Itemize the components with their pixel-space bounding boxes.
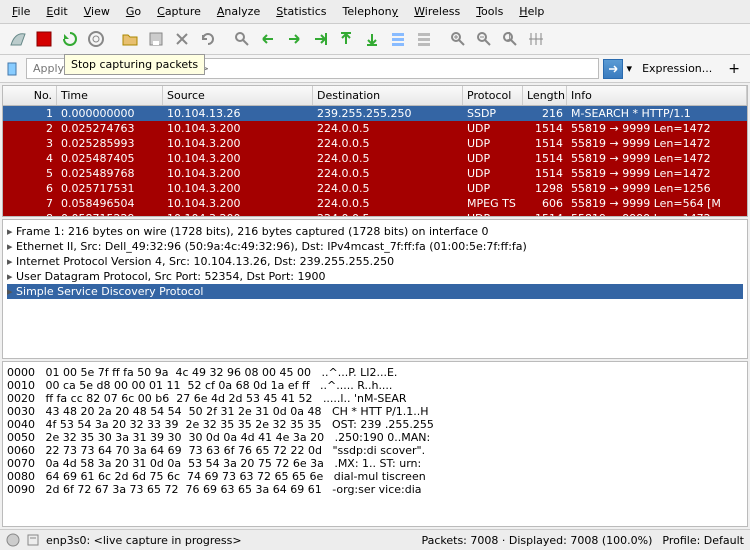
detail-line[interactable]: User Datagram Protocol, Src Port: 52354,… (7, 269, 743, 284)
resize-columns-button[interactable] (524, 27, 548, 51)
status-interface: enp3s0: <live capture in progress> (46, 534, 242, 547)
detail-line[interactable]: Internet Protocol Version 4, Src: 10.104… (7, 254, 743, 269)
packet-details[interactable]: Frame 1: 216 bytes on wire (1728 bits), … (2, 219, 748, 359)
zoom-reset-button[interactable]: 1 (498, 27, 522, 51)
menu-statistics[interactable]: Statistics (268, 2, 334, 21)
add-filter-button[interactable]: + (722, 59, 746, 79)
menu-file[interactable]: File (4, 2, 38, 21)
toolbar: 1 (0, 24, 750, 55)
packet-bytes[interactable]: 0000 01 00 5e 7f ff fa 50 9a 4c 49 32 96… (2, 361, 748, 527)
menu-help[interactable]: Help (511, 2, 552, 21)
col-protocol[interactable]: Protocol (463, 86, 523, 105)
packet-row[interactable]: 10.00000000010.104.13.26239.255.255.250S… (3, 106, 747, 121)
reload-button[interactable] (196, 27, 220, 51)
packet-list[interactable]: No. Time Source Destination Protocol Len… (2, 85, 748, 217)
status-packets: Packets: 7008 · Displayed: 7008 (100.0%) (421, 534, 652, 547)
status-bar: enp3s0: <live capture in progress> Packe… (0, 529, 750, 550)
shark-fin-icon[interactable] (6, 27, 30, 51)
stop-capture-button[interactable] (32, 27, 56, 51)
go-back-button[interactable] (256, 27, 280, 51)
detail-line[interactable]: Ethernet II, Src: Dell_49:32:96 (50:9a:4… (7, 239, 743, 254)
expert-info-icon[interactable] (6, 533, 20, 547)
packet-list-header: No. Time Source Destination Protocol Len… (3, 86, 747, 106)
expression-button[interactable]: Expression... (636, 60, 718, 77)
bookmark-filter-icon[interactable] (4, 60, 22, 78)
col-no[interactable]: No. (3, 86, 57, 105)
auto-scroll-button[interactable] (386, 27, 410, 51)
col-length[interactable]: Length (523, 86, 567, 105)
menu-edit[interactable]: Edit (38, 2, 75, 21)
zoom-out-button[interactable] (472, 27, 496, 51)
zoom-in-button[interactable] (446, 27, 470, 51)
packet-row[interactable]: 20.02527476310.104.3.200224.0.0.5UDP1514… (3, 121, 747, 136)
packet-row[interactable]: 80.05871522910.104.3.200224.0.0.5UDP1514… (3, 211, 747, 217)
packet-row[interactable]: 30.02528599310.104.3.200224.0.0.5UDP1514… (3, 136, 747, 151)
save-button[interactable] (144, 27, 168, 51)
col-time[interactable]: Time (57, 86, 163, 105)
col-info[interactable]: Info (567, 86, 747, 105)
menu-bar: File Edit View Go Capture Analyze Statis… (0, 0, 750, 24)
menu-tools[interactable]: Tools (468, 2, 511, 21)
svg-text:1: 1 (506, 30, 513, 43)
menu-go[interactable]: Go (118, 2, 149, 21)
packet-row[interactable]: 40.02548740510.104.3.200224.0.0.5UDP1514… (3, 151, 747, 166)
packet-row[interactable]: 70.05849650410.104.3.200224.0.0.5MPEG TS… (3, 196, 747, 211)
packet-row[interactable]: 60.02571753110.104.3.200224.0.0.5UDP1298… (3, 181, 747, 196)
go-forward-button[interactable] (282, 27, 306, 51)
find-button[interactable] (230, 27, 254, 51)
menu-view[interactable]: View (76, 2, 118, 21)
go-to-packet-button[interactable] (308, 27, 332, 51)
close-button[interactable] (170, 27, 194, 51)
status-profile[interactable]: Profile: Default (662, 534, 744, 547)
restart-capture-button[interactable] (58, 27, 82, 51)
capture-file-properties-icon[interactable] (26, 533, 40, 547)
col-destination[interactable]: Destination (313, 86, 463, 105)
go-first-button[interactable] (334, 27, 358, 51)
menu-capture[interactable]: Capture (149, 2, 209, 21)
detail-line[interactable]: Frame 1: 216 bytes on wire (1728 bits), … (7, 224, 743, 239)
menu-telephony[interactable]: Telephony (335, 2, 407, 21)
filter-apply-dropdown[interactable] (603, 59, 623, 79)
menu-wireless[interactable]: Wireless (406, 2, 468, 21)
colorize-button[interactable] (412, 27, 436, 51)
capture-options-button[interactable] (84, 27, 108, 51)
packet-row[interactable]: 50.02548976810.104.3.200224.0.0.5UDP1514… (3, 166, 747, 181)
detail-line[interactable]: Simple Service Discovery Protocol (7, 284, 743, 299)
col-source[interactable]: Source (163, 86, 313, 105)
tooltip: Stop capturing packets (64, 54, 205, 75)
open-file-button[interactable] (118, 27, 142, 51)
go-last-button[interactable] (360, 27, 384, 51)
menu-analyze[interactable]: Analyze (209, 2, 268, 21)
